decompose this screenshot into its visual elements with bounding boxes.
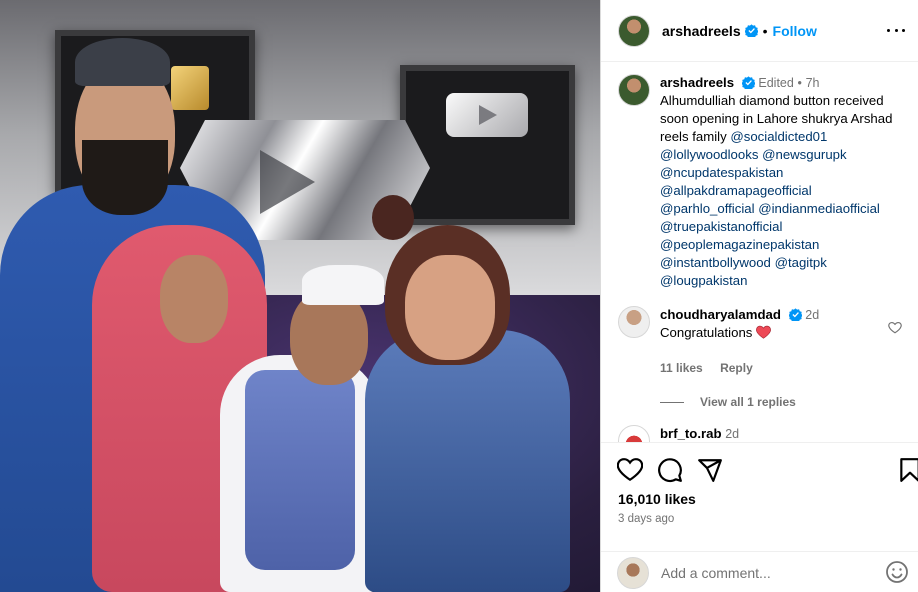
verified-badge-icon: [788, 308, 802, 321]
reply-button[interactable]: Reply: [720, 361, 753, 375]
comment-like-heart-icon[interactable]: [888, 321, 902, 334]
mention-link[interactable]: @instantbollywood: [660, 255, 771, 270]
separator-dot: •: [762, 22, 768, 39]
small-girl-bun: [372, 195, 414, 240]
boy-vest: [245, 370, 355, 570]
post-time-ago[interactable]: 3 days ago: [618, 513, 674, 525]
post-image[interactable]: [0, 0, 600, 592]
comment-text: Congratulations: [660, 325, 753, 340]
add-comment-bar: [601, 551, 918, 592]
caption-body: arshadreels Edited • 7h Alhumdulliah dia…: [660, 74, 902, 290]
mention-link[interactable]: @truepakistanofficial: [660, 219, 782, 234]
mention-link[interactable]: @ncupdatespakistan: [660, 165, 783, 180]
share-icon[interactable]: [697, 457, 723, 483]
follow-button[interactable]: Follow: [773, 23, 817, 39]
verified-badge-icon: [741, 76, 755, 89]
post-actions: 16,010 likes 3 days ago: [601, 442, 918, 592]
comments-section[interactable]: arshadreels Edited • 7h Alhumdulliah dia…: [601, 62, 918, 442]
girl-face: [160, 255, 228, 343]
heart-icon[interactable]: [617, 457, 643, 483]
silver-play-button-plaque: [400, 65, 575, 225]
mention-link[interactable]: @parhlo_official: [660, 201, 755, 216]
comment-actions: 11 likes Reply: [660, 359, 902, 377]
comment-likes-count[interactable]: 11 likes: [660, 361, 703, 375]
current-user-avatar: [617, 556, 649, 589]
boy-cap: [302, 265, 384, 305]
emoji-icon[interactable]: [885, 560, 909, 584]
mention-link[interactable]: @peoplemagazinepakistan: [660, 237, 819, 252]
comment-body: brf_to.rab 2d: [660, 425, 902, 442]
comment-time[interactable]: 2d: [805, 308, 819, 322]
caption: arshadreels Edited • 7h Alhumdulliah dia…: [618, 74, 902, 290]
commenter-avatar[interactable]: [618, 425, 650, 442]
action-icons: [617, 457, 918, 485]
commenter-username[interactable]: choudharyalamdad: [660, 307, 781, 322]
mention-link[interactable]: @socialdicted01: [730, 129, 827, 144]
commenter-username[interactable]: brf_to.rab: [660, 426, 722, 441]
red-heart-emoji-icon: [756, 325, 771, 339]
mention-link[interactable]: @lougpakistan: [660, 273, 747, 288]
verified-badge-icon: [744, 24, 758, 37]
small-girl-jacket: [365, 330, 570, 592]
more-options-icon[interactable]: [887, 20, 905, 40]
comment-item: choudharyalamdad 2d Congratulations 11 l…: [618, 306, 902, 377]
separator-dot: •: [797, 76, 802, 90]
comment-time[interactable]: 2d: [725, 427, 739, 441]
caption-author-avatar[interactable]: [618, 74, 650, 106]
man-beard: [82, 140, 168, 215]
caption-username[interactable]: arshadreels: [660, 75, 734, 90]
man-cap: [75, 38, 170, 86]
mention-link[interactable]: @lollywoodlooks: [660, 147, 758, 162]
post-header: arshadreels • Follow: [601, 0, 918, 62]
comment-body: choudharyalamdad 2d Congratulations 11 l…: [660, 306, 902, 377]
likes-count[interactable]: 16,010 likes: [618, 491, 696, 507]
view-replies-button[interactable]: View all 1 replies: [660, 395, 902, 409]
author-avatar[interactable]: [618, 14, 650, 47]
add-comment-input[interactable]: [661, 564, 861, 581]
mention-link[interactable]: @allpakdramapageofficial: [660, 183, 812, 198]
author-username[interactable]: arshadreels: [662, 23, 741, 39]
comment-item: brf_to.rab 2d: [618, 425, 902, 442]
mention-link[interactable]: @newsgurupk: [762, 147, 847, 162]
caption-time[interactable]: 7h: [806, 76, 820, 90]
mention-link[interactable]: @indianmediaofficial: [758, 201, 880, 216]
edited-label: Edited: [758, 76, 794, 90]
comment-icon[interactable]: [657, 457, 683, 483]
bookmark-icon[interactable]: [897, 457, 918, 483]
commenter-avatar[interactable]: [618, 306, 650, 338]
post-side-panel: arshadreels • Follow arshadreels Edited …: [600, 0, 918, 592]
small-girl-face: [405, 255, 495, 360]
mention-link[interactable]: @tagitpk: [775, 255, 827, 270]
